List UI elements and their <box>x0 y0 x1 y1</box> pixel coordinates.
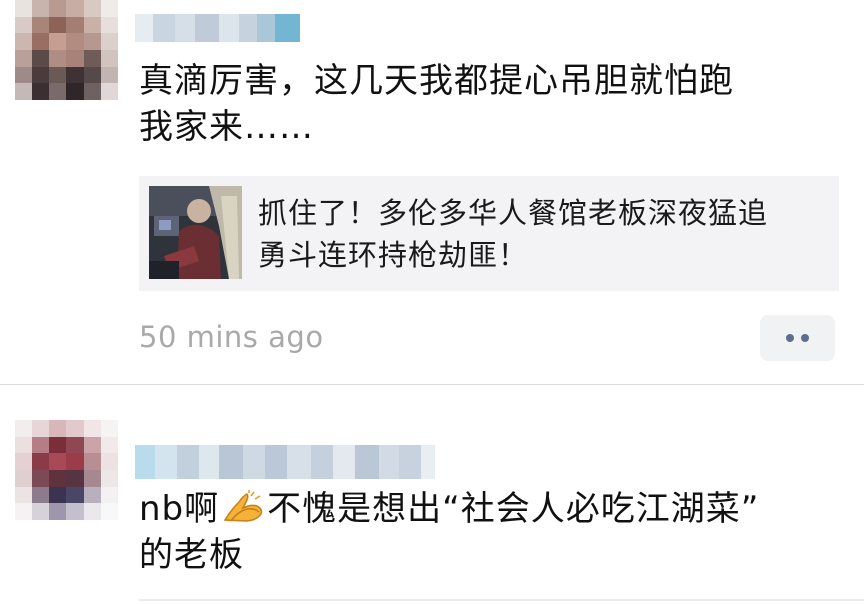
more-button[interactable] <box>760 315 835 361</box>
username-mosaic[interactable] <box>135 445 435 479</box>
username-mosaic[interactable] <box>135 14 300 42</box>
more-dots-icon <box>786 334 794 342</box>
comment-item: 真滴厉害，这几天我都提心吊胆就怕跑 我家来…… 抓住了！多伦多华人餐馆老板深夜猛… <box>0 0 864 384</box>
link-thumbnail-image <box>149 186 242 279</box>
avatar[interactable] <box>15 420 118 520</box>
folded-hands-emoji <box>223 490 263 522</box>
comment-text: 真滴厉害，这几天我都提心吊胆就怕跑 我家来…… <box>139 61 734 147</box>
shared-link-card[interactable]: 抓住了！多伦多华人餐馆老板深夜猛追 勇斗连环持枪劫匪！ <box>139 176 839 291</box>
comment-item: nb啊 不愧是想出“社会人必吃江湖菜” 的老板 <box>0 385 864 604</box>
divider <box>139 599 864 601</box>
timestamp: 50 mins ago <box>139 320 324 354</box>
more-dots-icon <box>801 334 809 342</box>
link-title: 抓住了！多伦多华人餐馆老板深夜猛追 勇斗连环持枪劫匪！ <box>258 196 769 272</box>
comment-text: nb啊 不愧是想出“社会人必吃江湖菜” 的老板 <box>139 486 839 578</box>
comment-text-part: nb啊 <box>139 489 220 529</box>
avatar[interactable] <box>15 0 118 100</box>
